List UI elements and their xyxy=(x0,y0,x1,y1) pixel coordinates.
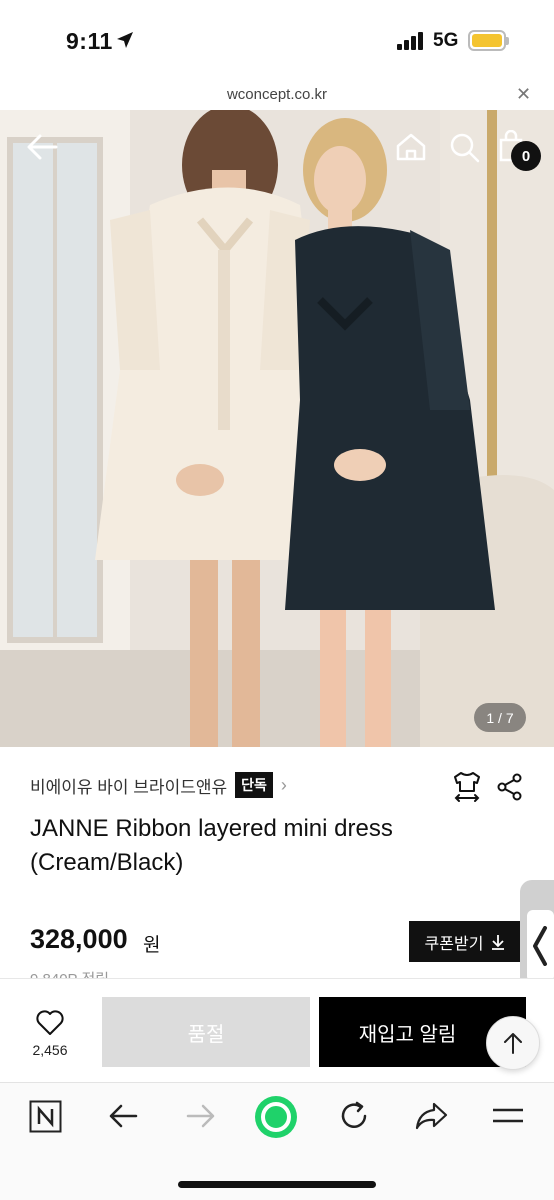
price: 328,000 xyxy=(30,924,128,954)
menu-icon[interactable] xyxy=(491,1104,525,1128)
brand-row[interactable]: 비에이유 바이 브라이드앤유 단독 › xyxy=(30,772,287,798)
product-title-line1: JANNE Ribbon layered mini dress xyxy=(30,815,393,842)
arrow-up-icon xyxy=(504,1033,522,1054)
image-counter: 1 / 7 xyxy=(474,703,526,732)
coupon-label: 쿠폰받기 xyxy=(424,935,484,953)
naver-n-icon[interactable] xyxy=(29,1100,62,1133)
battery-icon xyxy=(468,30,506,51)
brand-name[interactable]: 비에이유 바이 브라이드앤유 xyxy=(30,773,227,798)
product-title: JANNE Ribbon layered mini dress (Cream/B… xyxy=(30,812,450,880)
product-title-line2: (Cream/Black) xyxy=(30,849,184,876)
location-arrow-icon xyxy=(117,32,133,48)
exclusive-badge: 단독 xyxy=(235,772,273,798)
back-icon[interactable] xyxy=(108,1103,138,1129)
product-photo xyxy=(0,110,554,747)
wishlist-button[interactable] xyxy=(20,1010,80,1041)
url-text[interactable]: wconcept.co.kr xyxy=(0,86,554,103)
search-icon[interactable] xyxy=(449,132,481,164)
share-icon[interactable] xyxy=(414,1101,448,1131)
home-indicator xyxy=(178,1181,376,1188)
coupon-button[interactable]: 쿠폰받기 xyxy=(409,921,521,962)
points-text: 9,840P 적립 xyxy=(30,968,109,978)
signal-icon xyxy=(397,32,425,50)
green-circle-icon[interactable] xyxy=(254,1095,298,1139)
home-icon[interactable] xyxy=(395,132,427,162)
network-label: 5G xyxy=(433,30,459,51)
battery-tip xyxy=(506,37,509,45)
chevron-left-icon xyxy=(533,926,547,966)
close-icon[interactable]: ✕ xyxy=(516,84,531,105)
refresh-icon[interactable] xyxy=(338,1100,370,1132)
wish-count: 2,456 xyxy=(32,1042,68,1058)
back-arrow-icon[interactable] xyxy=(26,132,58,162)
scroll-top-button[interactable] xyxy=(486,1016,540,1070)
status-bar: 9:11 5G xyxy=(0,0,554,82)
url-bar[interactable]: wconcept.co.kr ✕ xyxy=(0,82,554,110)
download-icon xyxy=(492,934,505,950)
share-icon[interactable] xyxy=(496,773,524,801)
heart-icon[interactable] xyxy=(36,1010,64,1036)
cart-count-badge: 0 xyxy=(511,141,541,171)
product-image[interactable] xyxy=(0,110,554,747)
forward-icon[interactable] xyxy=(186,1103,216,1129)
soldout-button[interactable]: 품절 xyxy=(102,997,310,1067)
status-time: 9:11 xyxy=(66,28,113,54)
price-unit: 원 xyxy=(143,935,161,956)
size-guide-icon[interactable] xyxy=(452,771,482,803)
chevron-right-icon: › xyxy=(280,774,287,795)
